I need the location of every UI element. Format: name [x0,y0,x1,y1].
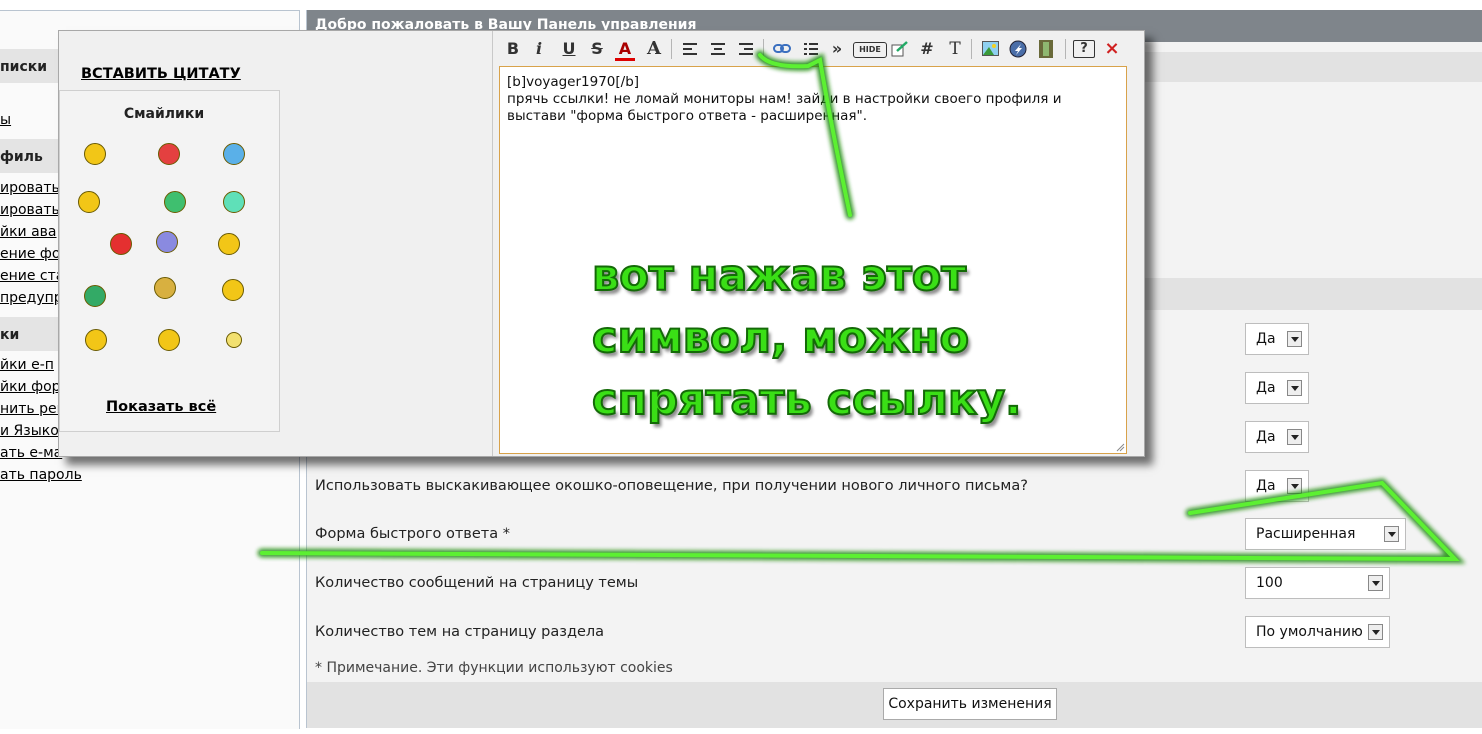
annotation-text: вот нажав этот символ, можно спрятать сс… [591,250,1023,426]
annotation-stroke-bottom [257,478,1466,564]
annotation-stroke-top [755,50,855,220]
